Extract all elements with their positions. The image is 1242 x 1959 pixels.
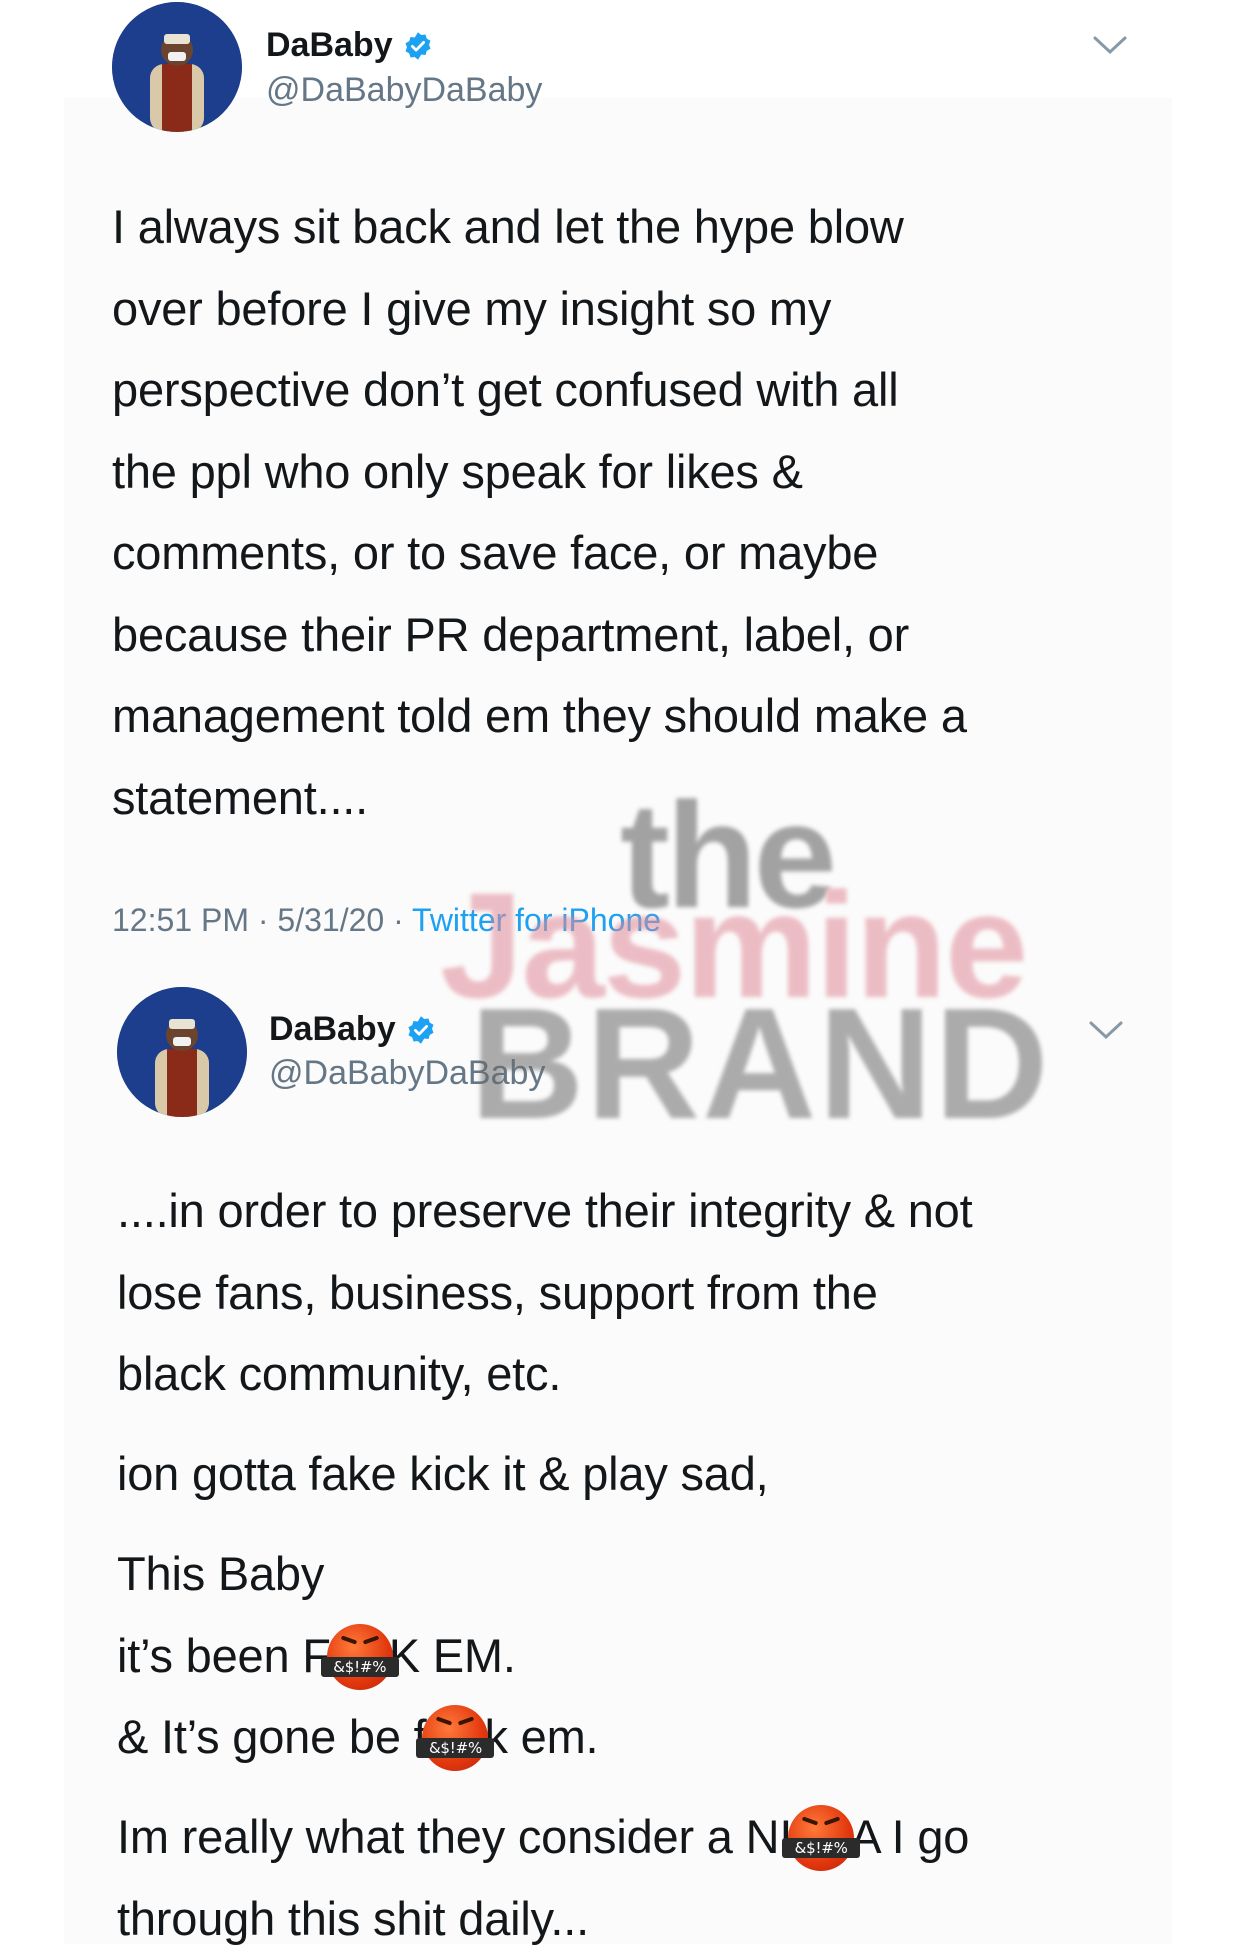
meta-separator: · <box>384 902 412 938</box>
verified-badge-icon <box>403 31 433 61</box>
tweet-line-part: Im really what they consider a NI <box>117 1810 792 1863</box>
tweet-line-part: A I go <box>850 1810 969 1863</box>
meta-separator: · <box>249 902 277 938</box>
tweet-line-part: & It’s gone be f <box>117 1710 426 1763</box>
tweet-text: Im really what they consider a NI&$!#%A … <box>117 1796 969 1959</box>
tweet-line: because their PR department, label, or <box>112 594 967 676</box>
tweet-date[interactable]: 5/31/20 <box>277 902 384 938</box>
grawlix-symbols: &$!#% <box>416 1738 494 1758</box>
emoji-brow <box>363 1635 379 1644</box>
grawlix-symbols: &$!#% <box>321 1657 399 1677</box>
tweet-line: perspective don’t get confused with all <box>112 349 967 431</box>
tweet-line: it’s been F&$!#%K EM. <box>117 1615 598 1697</box>
author-name-text: DaBaby <box>266 26 393 65</box>
author-name[interactable]: DaBaby <box>269 1010 436 1049</box>
tweet-line-part: it’s been F <box>117 1629 331 1682</box>
tweet-time[interactable]: 12:51 PM <box>112 902 249 938</box>
tweet-line: management told em they should make a <box>112 675 967 757</box>
author-handle[interactable]: @DaBabyDaBaby <box>269 1054 545 1093</box>
tweet-line: over before I give my insight so my <box>112 268 967 350</box>
emoji-brow <box>824 1816 840 1825</box>
tweet-source-link[interactable]: Twitter for iPhone <box>412 902 661 938</box>
left-margin <box>0 0 64 1944</box>
author-name-text: DaBaby <box>269 1010 396 1049</box>
tweet-line: & It’s gone be f&$!#%k em. <box>117 1696 598 1778</box>
tweet-line: This Baby <box>117 1533 598 1615</box>
verified-badge-icon <box>406 1015 436 1045</box>
author-name[interactable]: DaBaby <box>266 26 433 65</box>
author-handle[interactable]: @DaBabyDaBaby <box>266 71 542 110</box>
tweet-line: Im really what they consider a NI&$!#%A … <box>117 1796 969 1878</box>
emoji-brow <box>458 1716 474 1725</box>
avatar[interactable] <box>117 987 247 1117</box>
tweet-line: comments, or to save face, or maybe <box>112 512 967 594</box>
right-margin <box>1172 0 1242 1944</box>
censor-emoji-icon: &$!#% <box>422 1705 488 1771</box>
censor-emoji-icon: &$!#% <box>788 1805 854 1871</box>
chevron-down-icon[interactable] <box>1092 34 1128 56</box>
tweet-line: through this shit daily... <box>117 1878 969 1959</box>
censor-emoji-icon: &$!#% <box>327 1624 393 1690</box>
chevron-down-icon[interactable] <box>1088 1019 1124 1041</box>
tweet-line: ....in order to preserve their integrity… <box>117 1170 972 1252</box>
tweet-line: black community, etc. <box>117 1333 972 1415</box>
tweet-line-part: K EM. <box>389 1629 516 1682</box>
tweet-line-part: k em. <box>484 1710 598 1763</box>
avatar-image <box>112 2 242 132</box>
avatar-image <box>117 987 247 1117</box>
grawlix-symbols: &$!#% <box>782 1838 860 1858</box>
tweet-text: ....in order to preserve their integrity… <box>117 1170 972 1415</box>
tweet-line: statement.... <box>112 757 967 839</box>
tweet-text: This Baby it’s been F&$!#%K EM. & It’s g… <box>117 1533 598 1778</box>
tweet-text: I always sit back and let the hype blow … <box>112 186 967 838</box>
tweet-line: the ppl who only speak for likes & <box>112 431 967 513</box>
tweet-text: ion gotta fake kick it & play sad, <box>117 1433 769 1515</box>
tweet-line: I always sit back and let the hype blow <box>112 186 967 268</box>
emoji-brow <box>341 1635 357 1644</box>
tweet-meta: 12:51 PM · 5/31/20 · Twitter for iPhone <box>112 902 661 939</box>
emoji-brow <box>802 1816 818 1825</box>
avatar[interactable] <box>112 2 242 132</box>
tweet-line: lose fans, business, support from the <box>117 1252 972 1334</box>
tweet-line: ion gotta fake kick it & play sad, <box>117 1433 769 1515</box>
emoji-brow <box>436 1716 452 1725</box>
